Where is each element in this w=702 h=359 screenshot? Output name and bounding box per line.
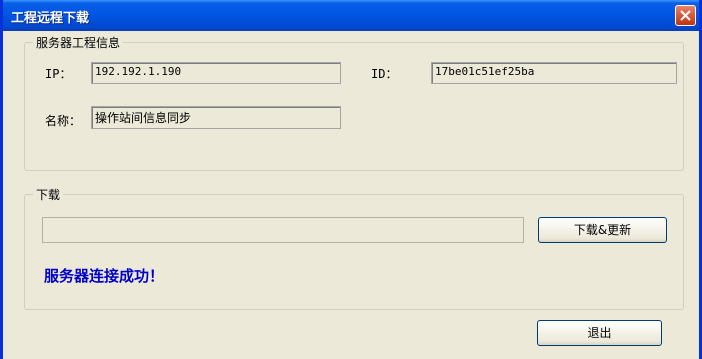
ip-field[interactable]: 192.192.1.190 [91,62,341,84]
server-info-group: 服务器工程信息 IP： 192.192.1.190 ID： 17be01c51e… [24,34,684,171]
server-info-group-title: 服务器工程信息 [33,34,124,51]
download-progress-bar [42,217,524,243]
exit-button[interactable]: 退出 [537,320,662,346]
window-title: 工程远程下载 [11,11,90,26]
dialog-body: 服务器工程信息 IP： 192.192.1.190 ID： 17be01c51e… [3,31,699,359]
download-update-button[interactable]: 下载&更新 [538,217,667,243]
name-label: 名称： [45,114,82,128]
connection-status: 服务器连接成功！ [44,267,165,285]
ip-label: IP： [45,67,72,81]
close-icon [680,10,691,21]
id-field[interactable]: 17be01c51ef25ba [431,62,677,84]
name-field[interactable]: 操作站间信息同步 [91,106,341,129]
title-bar[interactable]: 工程远程下载 [3,0,699,31]
dialog-window: 工程远程下载 服务器工程信息 IP： 192.192.1.190 ID： 17b… [0,0,702,359]
download-group-title: 下载 [33,186,64,203]
download-group: 下载 下载&更新 服务器连接成功！ [24,186,684,310]
id-label: ID： [371,67,398,81]
close-button[interactable] [675,5,696,26]
